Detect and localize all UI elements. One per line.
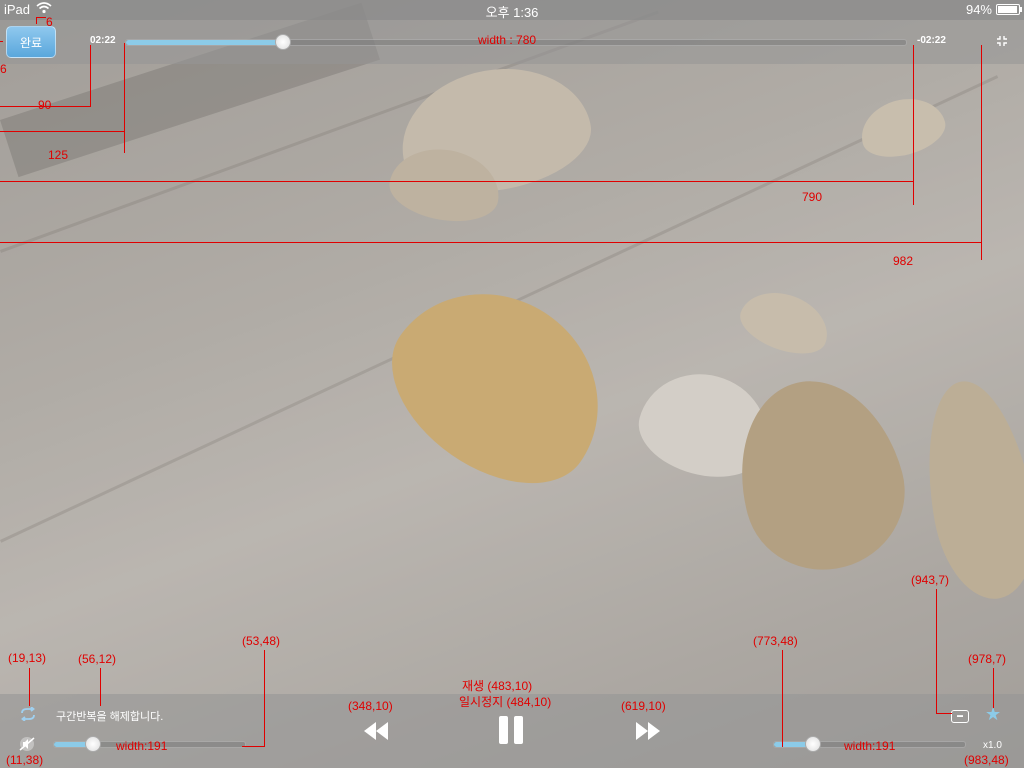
annotation-seek-width: width : 780 [478, 33, 537, 47]
seek-progress [126, 40, 282, 45]
annotation-top-gap: 6 [46, 15, 53, 29]
annotation-done-left: 6 [0, 62, 7, 76]
elapsed-time: 02:22 [90, 35, 116, 46]
annotation-vol-width: width:191 [116, 739, 168, 753]
exit-fullscreen-icon[interactable] [996, 34, 1008, 50]
annotation-pause-pos: 일시정지 (484,10) [459, 695, 552, 709]
speed-thumb[interactable] [805, 736, 822, 752]
annotation-ff-pos: (619,10) [621, 699, 666, 713]
annotation-remain-left: 790 [802, 190, 823, 204]
annotation-fullscreen-left: 982 [893, 254, 914, 268]
battery-percent: 94% [965, 2, 992, 17]
video-frame[interactable] [0, 0, 1024, 768]
pause-button[interactable] [499, 716, 525, 744]
status-bar: iPad 오후 1:36 94% [0, 0, 1024, 20]
repeat-icon[interactable] [19, 706, 37, 726]
seek-thumb[interactable] [275, 34, 291, 50]
rewind-icon[interactable] [364, 720, 388, 746]
done-button[interactable]: 완료 [6, 26, 56, 58]
remaining-time: -02:22 [917, 35, 946, 46]
annotation-caption-pos: (943,7) [911, 573, 950, 587]
repeat-message: 구간반복을 해제합니다. [56, 711, 164, 723]
annotation-vol-icon-pos: (11,38) [6, 753, 44, 767]
fast-forward-icon[interactable] [636, 720, 660, 746]
annotation-speed-pos: (983,48) [964, 753, 1009, 767]
annotation-play-pos: 재생 (483,10) [462, 679, 533, 693]
annotation-repeat-pos: (19,13) [8, 651, 47, 665]
annotation-rew-pos: (348,10) [348, 699, 393, 713]
caption-icon[interactable]: ▬ [951, 710, 969, 723]
clock: 오후 1:36 [485, 5, 539, 20]
annotation-seek-left: 125 [48, 148, 69, 162]
annotation-star-pos: (978,7) [968, 652, 1007, 666]
battery-icon [996, 4, 1022, 15]
annotation-speed-slider-pos: (773,48) [753, 634, 798, 648]
volume-thumb[interactable] [85, 736, 102, 752]
annotation-speed-width: width:191 [844, 739, 896, 753]
speed-label: x1.0 [983, 740, 1002, 751]
mute-icon[interactable] [17, 736, 37, 752]
annotation-message-pos: (56,12) [78, 652, 117, 666]
annotation-time-left: 90 [38, 98, 52, 112]
annotation-volume-pos: (53,48) [242, 634, 281, 648]
